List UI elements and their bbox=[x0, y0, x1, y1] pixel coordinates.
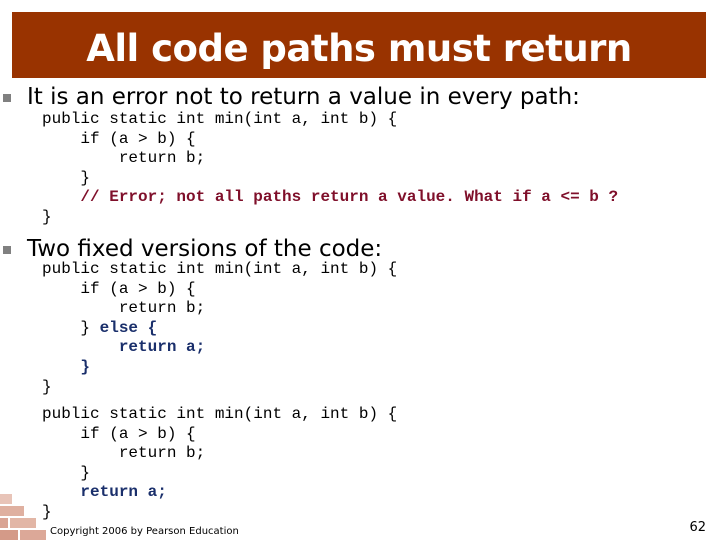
copyright-footer: Copyright 2006 by Pearson Education bbox=[50, 526, 239, 537]
code-line: return b; bbox=[42, 444, 206, 463]
code-line: return b; bbox=[42, 299, 206, 318]
title-bar: All code paths must return bbox=[12, 12, 706, 78]
fix-code-line: } bbox=[42, 357, 91, 376]
code-line: if (a > b) { bbox=[42, 279, 196, 298]
bullet-square-icon bbox=[3, 246, 11, 254]
bullet-square-icon bbox=[3, 94, 11, 102]
page-number: 62 bbox=[689, 520, 706, 535]
code-block-fix-2: public static int min(int a, int b) { if… bbox=[42, 405, 397, 523]
code-line: public static int min(int a, int b) { bbox=[42, 405, 398, 423]
fix-code-line: return a; bbox=[42, 338, 206, 357]
code-line: } bbox=[42, 207, 52, 226]
code-line: return b; bbox=[42, 149, 206, 168]
code-block-error: public static int min(int a, int b) { if… bbox=[42, 110, 618, 228]
fix-code-line: return a; bbox=[42, 483, 167, 502]
code-line: } bbox=[42, 463, 91, 482]
code-line: public static int min(int a, int b) { bbox=[42, 110, 398, 128]
brick-wall-logo-icon bbox=[0, 494, 46, 540]
code-line: } bbox=[42, 168, 91, 187]
code-line: } bbox=[42, 502, 52, 521]
slide-title: All code paths must return bbox=[86, 26, 632, 70]
bullet-text: Two fixed versions of the code: bbox=[27, 236, 383, 262]
code-line: } bbox=[42, 377, 52, 396]
code-line: if (a > b) { bbox=[42, 129, 196, 148]
code-block-fix-1: public static int min(int a, int b) { if… bbox=[42, 260, 397, 397]
code-line-else: } else { bbox=[42, 319, 397, 339]
fix-code-text: else { bbox=[99, 318, 158, 337]
code-line: if (a > b) { bbox=[42, 424, 196, 443]
error-comment-line: // Error; not all paths return a value. … bbox=[42, 188, 619, 207]
code-line: public static int min(int a, int b) { bbox=[42, 260, 398, 278]
bullet-text: It is an error not to return a value in … bbox=[27, 84, 580, 110]
code-text: } bbox=[42, 318, 100, 337]
